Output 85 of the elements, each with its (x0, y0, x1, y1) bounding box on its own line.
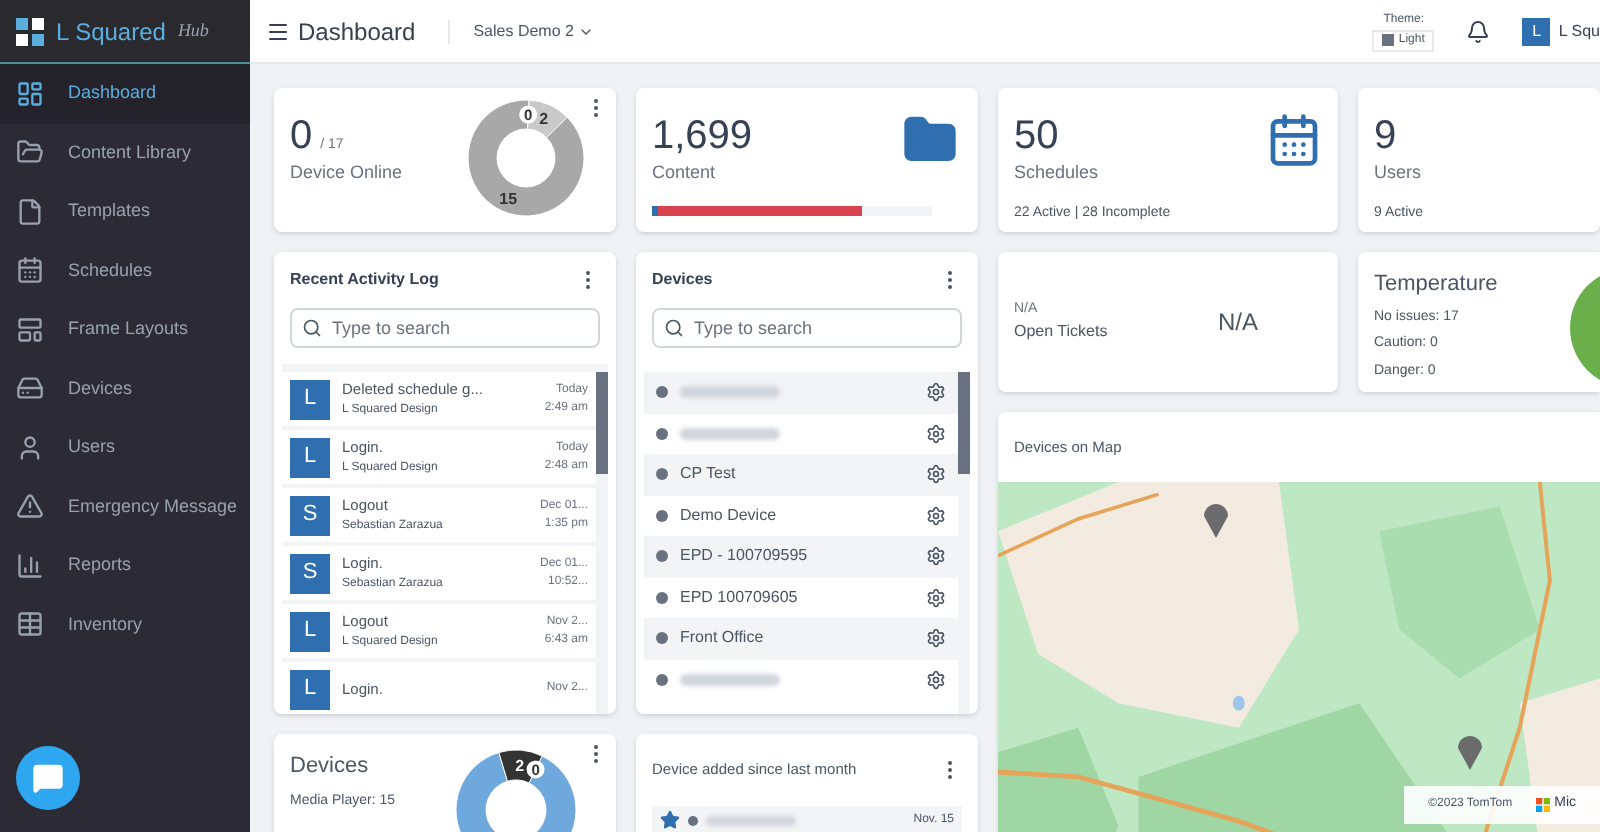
card-title: Devices (652, 268, 713, 292)
slice-label: 15 (499, 189, 518, 208)
user-avatar: L (290, 669, 330, 709)
sidebar-item[interactable]: Dashboard (0, 64, 250, 123)
card-title: Recent Activity Log (290, 268, 439, 292)
chat-button[interactable] (16, 746, 80, 810)
settings-icon[interactable] (926, 669, 946, 690)
file-icon (16, 197, 44, 226)
slice-label: 2 (539, 110, 549, 129)
search-field[interactable]: Type to search (290, 308, 600, 348)
search-icon (664, 318, 684, 338)
sidebar-item[interactable]: Frame Layouts (0, 300, 250, 359)
slice-label: 2 (515, 757, 525, 776)
logo-icon (16, 17, 44, 45)
sidebar-item[interactable]: Inventory (0, 595, 250, 654)
folder-icon (16, 138, 44, 167)
user-avatar[interactable]: L (1522, 17, 1551, 45)
bar-chart-icon (16, 551, 44, 580)
user-avatar: L (290, 379, 330, 419)
stat-label: Device Online (290, 160, 403, 186)
scrollbar[interactable] (958, 372, 970, 714)
device-name: CP Test (680, 462, 736, 487)
sidebar-item[interactable]: Users (0, 418, 250, 477)
settings-icon[interactable] (926, 587, 946, 608)
blurred-name (680, 427, 780, 440)
settings-icon[interactable] (926, 546, 946, 567)
settings-icon[interactable] (926, 423, 946, 444)
user-avatar: L (290, 611, 330, 651)
squares-logo-icon (1536, 798, 1551, 812)
search-field[interactable]: Type to search (652, 308, 962, 348)
sidebar-item[interactable]: Emergency Message (0, 477, 250, 536)
sidebar-item[interactable]: Reports (0, 536, 250, 595)
settings-icon[interactable] (926, 382, 946, 403)
device-row[interactable]: Front Office (644, 618, 958, 659)
blurred-name (680, 673, 780, 686)
stat-value: 9 (1374, 112, 1399, 160)
sidebar-item[interactable]: Templates (0, 182, 250, 241)
map-pin-icon (1202, 498, 1230, 539)
settings-icon[interactable] (926, 464, 946, 485)
user-avatar: S (290, 495, 330, 535)
stat-label: Open Tickets (1014, 320, 1108, 345)
settings-icon[interactable] (926, 505, 946, 526)
bell-icon[interactable] (1466, 19, 1491, 43)
card-title: Temperature (1374, 270, 1500, 300)
page-title: Dashboard (298, 15, 416, 49)
drive-icon (16, 374, 44, 403)
stat-value: 50 (1014, 112, 1061, 160)
sidebar-item[interactable]: Content Library (0, 123, 250, 182)
stat-value: 1,699 (652, 112, 753, 160)
calendar-icon (16, 256, 44, 285)
calendar-icon (1266, 112, 1322, 168)
device-name: EPD 100709605 (680, 585, 798, 610)
brand-sub: Hub (177, 17, 209, 44)
device-row[interactable]: EPD - 100709595 (644, 536, 958, 577)
search-icon (302, 318, 322, 338)
stat-value: 0 (290, 112, 313, 160)
device-name: Demo Device (680, 503, 777, 528)
brand-name: L Squared (56, 15, 166, 49)
warning-icon (16, 492, 44, 521)
device-name: Front Office (680, 626, 764, 651)
user-avatar: L (290, 437, 330, 477)
stat-label: Users (1374, 160, 1422, 186)
table-icon (16, 610, 44, 639)
star-icon[interactable] (660, 810, 680, 830)
chat-icon (32, 762, 64, 794)
blurred-name (706, 815, 796, 825)
workspace-dropdown[interactable]: Sales Demo 2 (447, 19, 594, 43)
user-name[interactable]: L Squ (1558, 19, 1600, 43)
user-icon (16, 433, 44, 462)
sidebar-item[interactable]: Devices (0, 359, 250, 418)
blurred-name (680, 386, 780, 399)
layout-icon (16, 315, 44, 344)
user-avatar: S (290, 553, 330, 593)
menu-icon[interactable] (266, 19, 290, 43)
settings-icon[interactable] (926, 628, 946, 649)
dashboard-icon (16, 79, 44, 108)
device-name: EPD - 100709595 (680, 544, 808, 569)
map-pin-icon (1456, 730, 1484, 771)
theme-swatch-icon (1382, 34, 1395, 46)
stat-label: Content (652, 160, 718, 186)
card-title: Devices (290, 752, 371, 782)
device-row[interactable]: CP Test (644, 454, 958, 495)
sidebar-item[interactable]: Schedules (0, 241, 250, 300)
stat-label: Schedules (1014, 160, 1099, 186)
ticket-count: N/A (1217, 306, 1258, 340)
